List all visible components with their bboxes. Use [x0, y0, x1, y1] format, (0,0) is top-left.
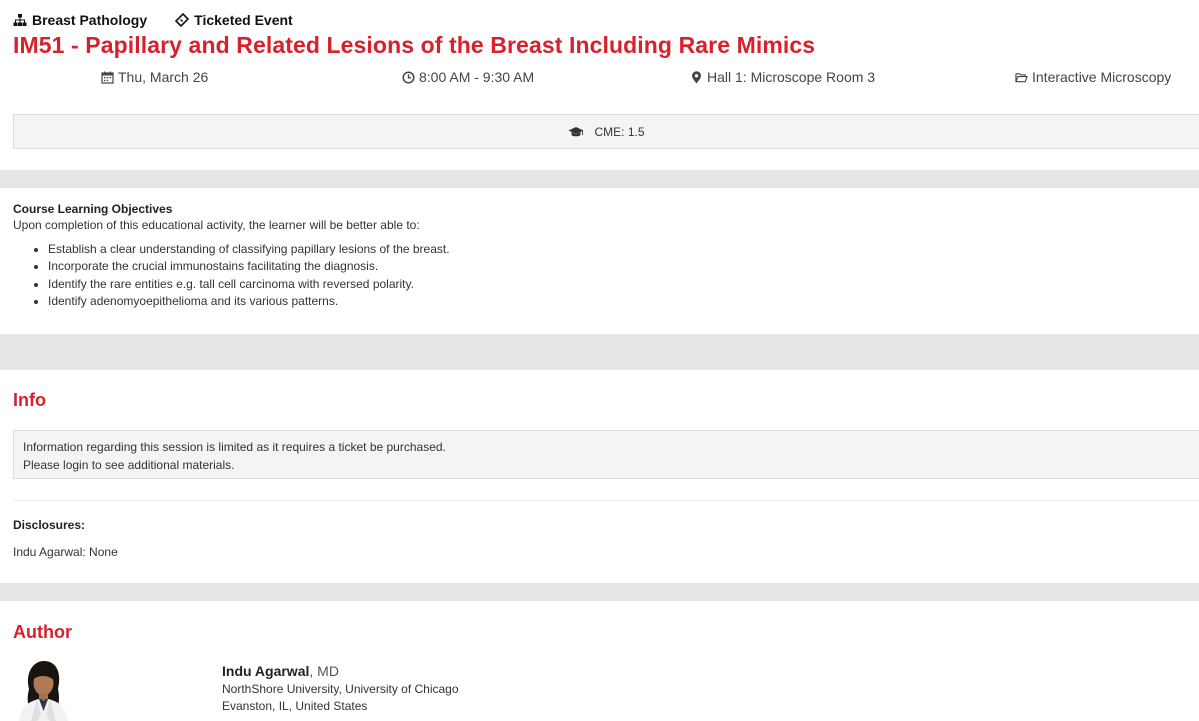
objectives-intro: Upon completion of this educational acti…: [13, 218, 420, 232]
author-heading: Author: [13, 622, 72, 642]
login-notice-line: Please login to see additional materials…: [23, 457, 235, 472]
session-header-card: Breast Pathology Ticketed Event IM51 - P…: [0, 0, 1199, 170]
objectives-list: Establish a clear understanding of class…: [13, 241, 1186, 311]
session-category-text: Interactive Microscopy: [1032, 69, 1172, 85]
track-tag[interactable]: Breast Pathology: [13, 12, 147, 28]
session-date-text: Thu, March 26: [118, 69, 209, 85]
author-photo: [15, 659, 71, 721]
clock-icon: [402, 70, 415, 84]
map-marker-icon: [692, 70, 701, 83]
objectives-title: Course Learning Objectives: [13, 202, 173, 216]
session-time-text: 8:00 AM - 9:30 AM: [419, 69, 535, 85]
cme-credit-text: CME: 1.5: [594, 124, 645, 139]
objective-item: Establish a clear understanding of class…: [48, 241, 1186, 258]
track-label: Breast Pathology: [32, 11, 148, 28]
author-location: Evanston, IL, United States: [222, 699, 368, 713]
session-location: Hall 1: Microscope Room 3: [690, 69, 875, 85]
author-affiliation: NorthShore University, University of Chi…: [222, 681, 459, 696]
folder-open-icon: [1015, 72, 1028, 82]
ticket-label: Ticketed Event: [194, 11, 293, 28]
author-info: Indu Agarwal, MD NorthShore University, …: [222, 663, 459, 716]
objective-item: Identify adenomyoepithelioma and its var…: [48, 293, 1186, 310]
calendar-icon: [101, 71, 114, 84]
objective-item: Incorporate the crucial immunostains fac…: [48, 258, 1186, 275]
author-name-line: Indu Agarwal, MD: [222, 663, 459, 681]
ticket-notice-box: Information regarding this session is li…: [13, 430, 1199, 479]
divider: [13, 500, 1199, 501]
ticket-tag: Ticketed Event: [175, 12, 293, 28]
session-title: IM51 - Papillary and Related Lesions of …: [13, 32, 816, 58]
info-card: Info Information regarding this session …: [0, 370, 1199, 583]
author-card: Author Indu Agarwal, MD NorthShore Unive…: [0, 601, 1199, 721]
session-date: Thu, March 26: [101, 69, 208, 85]
ticket-notice-line: Information regarding this session is li…: [23, 440, 446, 454]
info-heading: Info: [13, 390, 46, 410]
sitemap-icon: [13, 13, 27, 26]
session-meta: Thu, March 26 8:00 AM - 9:30 AM Hall 1: …: [13, 59, 1199, 93]
ticket-icon: [175, 12, 190, 27]
learning-objectives-card: Course Learning Objectives Upon completi…: [0, 188, 1199, 334]
session-time: 8:00 AM - 9:30 AM: [402, 69, 534, 85]
disclosures-text: Indu Agarwal: None: [13, 545, 118, 559]
session-location-text: Hall 1: Microscope Room 3: [707, 69, 876, 85]
graduation-cap-icon: [568, 126, 584, 136]
objective-item: Identify the rare entities e.g. tall cel…: [48, 276, 1186, 293]
session-tags: Breast Pathology Ticketed Event: [13, 0, 1199, 28]
author-credentials: , MD: [309, 663, 339, 679]
cme-credit-box: CME: 1.5: [13, 114, 1199, 149]
author-avatar[interactable]: [15, 659, 71, 721]
disclosures-label: Disclosures:: [13, 518, 86, 532]
session-category: Interactive Microscopy: [1015, 69, 1171, 85]
author-name[interactable]: Indu Agarwal: [222, 663, 309, 679]
